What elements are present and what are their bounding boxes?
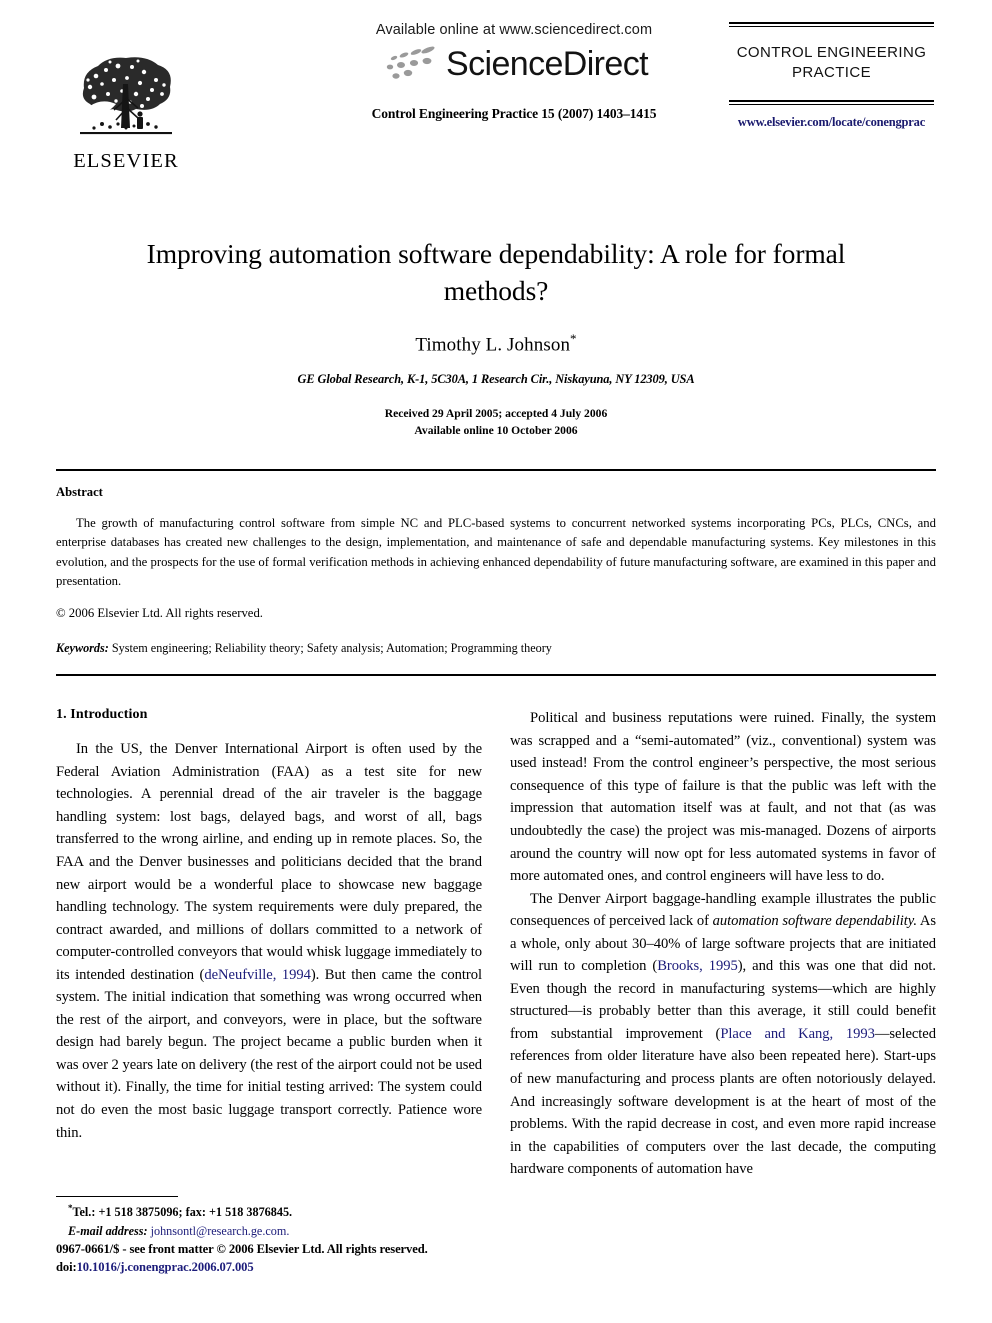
doi-label: doi: (56, 1259, 77, 1274)
paragraph-right-1: Political and business reputations were … (510, 710, 936, 885)
issn-front-matter-line: 0967-0661/$ - see front matter © 2006 El… (56, 1241, 428, 1256)
section-heading-introduction: 1. Introduction (56, 707, 148, 723)
paragraph-left-1-text-b: ). But then came the control system. The… (56, 966, 482, 1141)
doi-link[interactable]: 10.1016/j.conengprac.2006.07.005 (77, 1260, 254, 1274)
footnote-rule (56, 1196, 178, 1198)
journal-masthead-title: CONTROL ENGINEERING PRACTICE (729, 43, 934, 81)
elsevier-wordmark: ELSEVIER (73, 150, 179, 172)
paragraph-right-2: The Denver Airport baggage-handling exam… (510, 888, 936, 1181)
column-right: Political and business reputations were … (510, 707, 936, 1240)
page-title: Improving automation software dependabil… (146, 238, 846, 306)
citation-place-and-kang[interactable]: Place and Kang, 1993 (720, 1026, 875, 1042)
page-footer: 0967-0661/$ - see front matter © 2006 El… (56, 1240, 526, 1277)
journal-masthead-block: CONTROL ENGINEERING PRACTICE www.elsevie… (729, 22, 934, 130)
citation-brooks[interactable]: Brooks, 1995 (657, 958, 738, 974)
available-online-line: Available online 10 October 2006 (414, 424, 578, 438)
paragraph-left-1-text-a: In the US, the Denver International Airp… (56, 741, 482, 983)
column-left: 1. Introduction In the US, the Denver In… (56, 707, 482, 1240)
masthead: ELSEVIER Available online at www.science… (56, 0, 936, 202)
title-block: Improving automation software dependabil… (56, 236, 936, 440)
abstract-heading: Abstract (56, 485, 103, 500)
journal-masthead-line-1: CONTROL ENGINEERING (736, 44, 927, 62)
sciencedirect-swoosh-icon (386, 46, 435, 79)
history-dates: Received 29 April 2005; accepted 4 July … (56, 406, 936, 440)
author-footnote-marker[interactable]: * (570, 331, 577, 346)
available-online-text: Available online at www.sciencedirect.co… (375, 22, 653, 38)
article-first-page: ELSEVIER Available online at www.science… (0, 0, 992, 1323)
sciencedirect-block: Available online at www.sciencedirect.co… (304, 22, 724, 122)
abstract-text: The growth of manufacturing control soft… (56, 516, 936, 588)
body-columns: 1. Introduction In the US, the Denver In… (56, 707, 936, 1240)
footnote-email-label: E-mail address: (68, 1223, 148, 1238)
elsevier-publisher-block: ELSEVIER (66, 54, 186, 172)
footnote-email: E-mail address: johnsontl@research.ge.co… (56, 1222, 482, 1240)
keywords-label: Keywords: (56, 641, 109, 656)
received-accepted-line: Received 29 April 2005; accepted 4 July … (384, 407, 608, 421)
citation-deneufville[interactable]: deNeufville, 1994 (204, 967, 311, 983)
masthead-rule-bottom (729, 99, 934, 106)
footnote-tel-fax: Tel.: +1 518 3875096; fax: +1 518 387684… (72, 1205, 293, 1220)
emphasis-automation-software-dependability: automation software dependability. (712, 913, 917, 930)
elsevier-tree-icon (80, 57, 172, 135)
abstract-rule-bottom (56, 674, 936, 677)
keywords-value: System engineering; Reliability theory; … (111, 641, 552, 656)
abstract-copyright: © 2006 Elsevier Ltd. All rights reserved… (56, 605, 263, 620)
footnote-block: *Tel.: +1 518 3875096; fax: +1 518 38768… (56, 1196, 482, 1240)
paragraph-left-1: In the US, the Denver International Airp… (56, 738, 482, 1144)
keywords: Keywords: System engineering; Reliabilit… (56, 641, 936, 656)
masthead-rule-top (729, 22, 934, 28)
author-name: Timothy L. Johnson (415, 334, 571, 356)
author-line: Timothy L. Johnson* (56, 331, 936, 356)
abstract-rule-top (56, 469, 936, 472)
doi-line: doi:10.1016/j.conengprac.2006.07.005 (56, 1258, 526, 1276)
footnote-email-link[interactable]: johnsontl@research.ge.com. (151, 1224, 290, 1238)
journal-url-link[interactable]: www.elsevier.com/locate/conengprac (729, 115, 934, 130)
affiliation: GE Global Research, K-1, 5C30A, 1 Resear… (297, 372, 695, 387)
paragraph-right-2-text-d: —selected references from older literatu… (510, 1025, 936, 1178)
journal-reference: Control Engineering Practice 15 (2007) 1… (371, 106, 657, 121)
sciencedirect-wordmark: ScienceDirect (446, 45, 649, 83)
footnote-contact: *Tel.: +1 518 3875096; fax: +1 518 38768… (56, 1202, 482, 1221)
journal-masthead-line-2: PRACTICE (791, 63, 872, 81)
